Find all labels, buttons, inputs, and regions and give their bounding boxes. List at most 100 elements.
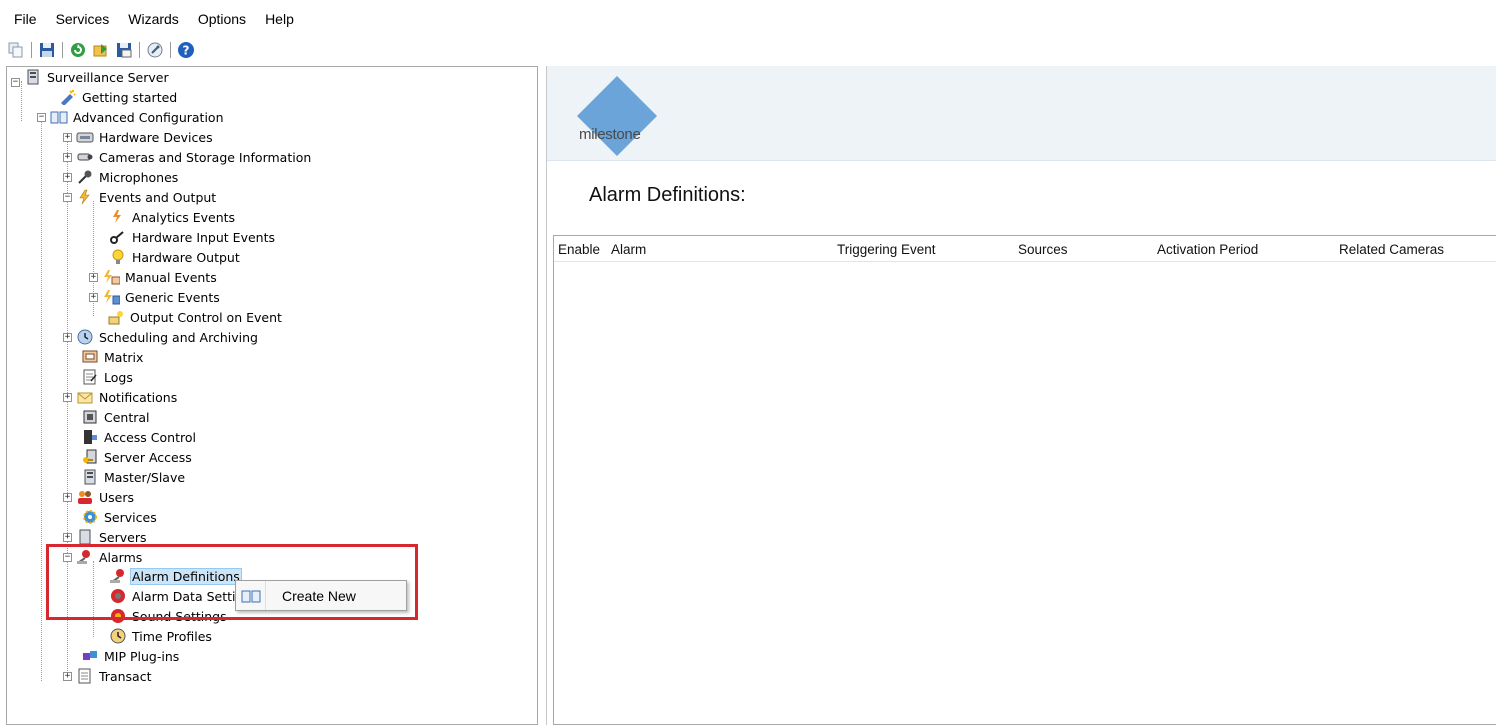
save-as-icon[interactable] <box>114 40 134 60</box>
tree-item-users[interactable]: + Users <box>63 487 136 507</box>
tree-item-master-slave[interactable]: Master/Slave <box>81 467 187 487</box>
alarm-settings-icon <box>109 588 127 604</box>
tree-label: Time Profiles <box>132 628 212 644</box>
svg-text:?: ? <box>183 44 190 58</box>
expand-toggle[interactable]: + <box>63 671 72 681</box>
tree-connector <box>93 561 94 637</box>
column-header-enable[interactable]: Enable <box>558 242 600 257</box>
tree-item-surveillance-server[interactable]: − Surveillance Server <box>11 67 171 87</box>
expand-toggle[interactable]: + <box>89 292 98 302</box>
milestone-logo-icon <box>577 76 657 156</box>
tree-item-transact[interactable]: + Transact <box>63 666 153 686</box>
expand-toggle[interactable]: + <box>63 392 72 402</box>
expand-toggle[interactable]: + <box>63 132 72 142</box>
tree-item-output-control[interactable]: Output Control on Event <box>107 307 284 327</box>
tree-item-scheduling[interactable]: + Scheduling and Archiving <box>63 327 260 347</box>
tree-item-cameras-storage[interactable]: + Cameras and Storage Information <box>63 147 313 167</box>
refresh-icon[interactable] <box>68 40 88 60</box>
menu-wizards[interactable]: Wizards <box>128 11 179 27</box>
brand-banner: milestone <box>547 66 1496 161</box>
tree-label: Microphones <box>99 169 179 185</box>
menu-options[interactable]: Options <box>198 11 246 27</box>
create-new-menu-item[interactable]: Create New <box>282 588 356 604</box>
tree-item-hardware-output[interactable]: Hardware Output <box>109 247 242 267</box>
access-control-icon <box>81 429 99 445</box>
server-icon <box>24 69 42 85</box>
column-header-alarm[interactable]: Alarm <box>611 242 646 257</box>
tree-item-alarm-data-settings[interactable]: Alarm Data Setti <box>109 586 237 606</box>
tree-item-notifications[interactable]: + Notifications <box>63 387 179 407</box>
tree-item-manual-events[interactable]: + Manual Events <box>89 267 219 287</box>
toolbar: ? <box>6 38 199 62</box>
expand-toggle[interactable]: + <box>63 172 72 182</box>
tree-label: Scheduling and Archiving <box>99 329 258 345</box>
expand-toggle[interactable]: + <box>89 272 98 282</box>
tree-label: Events and Output <box>99 189 217 205</box>
tree-item-logs[interactable]: Logs <box>81 367 135 387</box>
export-icon[interactable] <box>91 40 111 60</box>
gear-icon <box>81 509 99 525</box>
help-icon[interactable]: ? <box>176 40 196 60</box>
book-icon <box>50 109 68 125</box>
tree-item-events-output[interactable]: − Events and Output <box>63 187 218 207</box>
expand-toggle[interactable]: + <box>63 152 72 162</box>
tree-label: Analytics Events <box>132 209 236 225</box>
tree-item-servers[interactable]: + Servers <box>63 527 149 547</box>
collapse-toggle[interactable]: − <box>37 112 46 122</box>
save-icon[interactable] <box>37 40 57 60</box>
tree-item-matrix[interactable]: Matrix <box>81 347 145 367</box>
alarm-definitions-grid[interactable]: Enable Alarm Triggering Event Sources Ac… <box>553 235 1496 725</box>
expand-toggle[interactable]: + <box>63 492 72 502</box>
menu-file[interactable]: File <box>14 11 37 27</box>
tree-item-sound-settings[interactable]: Sound Settings <box>109 606 229 626</box>
context-menu: Create New <box>235 580 407 611</box>
tree-label: Central <box>104 409 150 425</box>
tree-label: Generic Events <box>125 289 220 305</box>
transact-icon <box>76 668 94 684</box>
tree-item-alarm-definitions[interactable]: Alarm Definitions <box>109 566 242 586</box>
collapse-toggle[interactable]: − <box>63 192 72 202</box>
camera-icon <box>76 149 94 165</box>
tree-item-alarms[interactable]: − Alarms <box>63 547 144 567</box>
tree-item-advanced-configuration[interactable]: − Advanced Configuration <box>37 107 226 127</box>
tree-item-mip-plugins[interactable]: MIP Plug-ins <box>81 646 181 666</box>
options-icon[interactable] <box>145 40 165 60</box>
tree-item-generic-events[interactable]: + Generic Events <box>89 287 222 307</box>
menu-bar: File Services Wizards Options Help <box>0 0 1496 38</box>
collapse-toggle[interactable]: − <box>63 552 72 562</box>
tree-connector <box>67 141 68 681</box>
tree-label: Hardware Devices <box>99 129 213 145</box>
tree-label: Transact <box>99 668 152 684</box>
column-header-related-cameras[interactable]: Related Cameras <box>1339 242 1444 257</box>
tree-label: Sound Settings <box>132 608 227 624</box>
toolbar-separator <box>139 42 140 58</box>
column-header-sources[interactable]: Sources <box>1018 242 1068 257</box>
tree-item-getting-started[interactable]: Getting started <box>59 87 179 107</box>
collapse-toggle[interactable]: − <box>11 77 20 87</box>
hardware-icon <box>76 129 94 145</box>
column-header-triggering-event[interactable]: Triggering Event <box>837 242 936 257</box>
tree-item-analytics-events[interactable]: Analytics Events <box>109 207 237 227</box>
tree-item-time-profiles[interactable]: Time Profiles <box>109 626 214 646</box>
tree-connector <box>21 81 22 121</box>
tree-item-microphones[interactable]: + Microphones <box>63 167 180 187</box>
tree-item-services[interactable]: Services <box>81 507 159 527</box>
tree-label: Alarm Definitions <box>130 567 242 585</box>
wizard-icon <box>59 89 77 105</box>
column-header-activation-period[interactable]: Activation Period <box>1157 242 1258 257</box>
clock-icon <box>109 628 127 644</box>
menu-help[interactable]: Help <box>265 11 294 27</box>
expand-toggle[interactable]: + <box>63 532 72 542</box>
envelope-icon <box>76 389 94 405</box>
expand-toggle[interactable]: + <box>63 332 72 342</box>
tree-item-hardware-input-events[interactable]: Hardware Input Events <box>109 227 277 247</box>
generic-event-icon <box>102 289 120 305</box>
menu-services[interactable]: Services <box>56 11 110 27</box>
copy-icon[interactable] <box>6 40 26 60</box>
tree-item-server-access[interactable]: Server Access <box>81 447 194 467</box>
tree-item-central[interactable]: Central <box>81 407 152 427</box>
tree-item-hardware-devices[interactable]: + Hardware Devices <box>63 127 215 147</box>
tree-label: Access Control <box>104 429 196 445</box>
navigation-tree[interactable]: − Surveillance Server Getting started − … <box>6 66 538 725</box>
tree-item-access-control[interactable]: Access Control <box>81 427 198 447</box>
